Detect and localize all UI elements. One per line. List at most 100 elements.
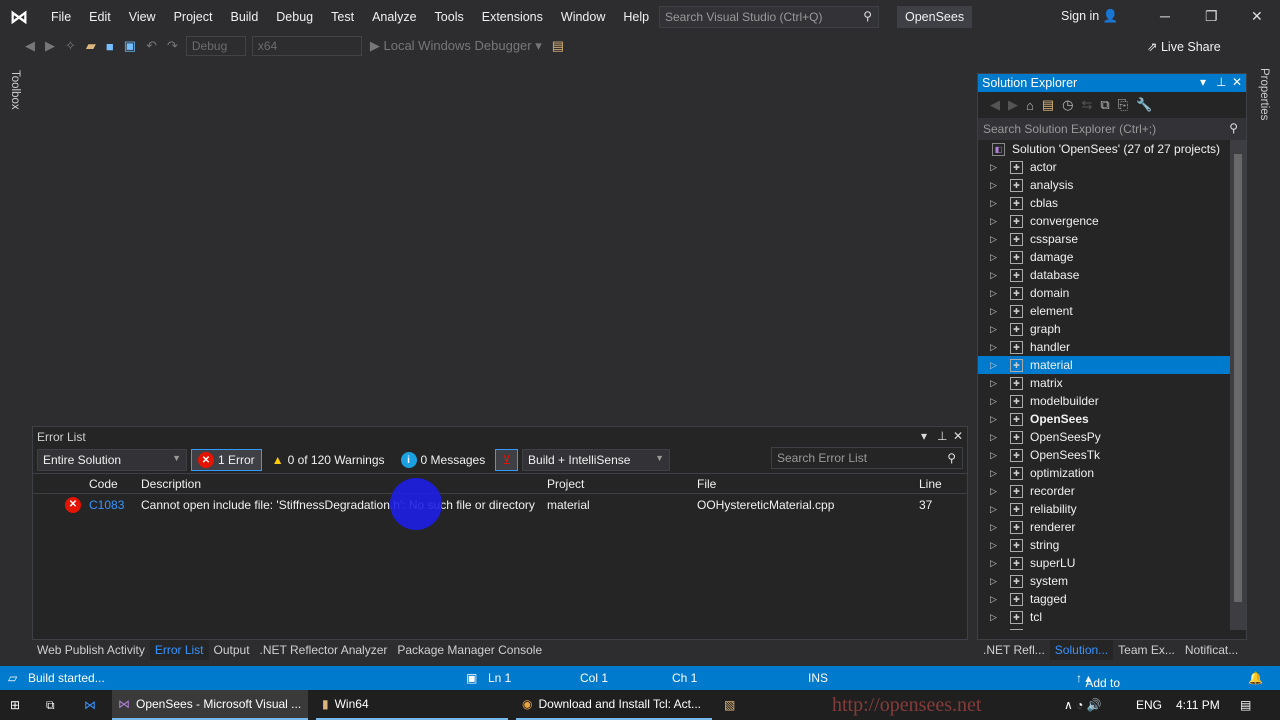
messages-filter-button[interactable]: i0 Messages (395, 449, 492, 471)
open-folder-icon[interactable]: ▰ (81, 38, 101, 54)
expand-arrow-icon[interactable]: ▷ (990, 306, 1008, 317)
close-button[interactable]: ✕ (1251, 8, 1263, 25)
tree-item-reliability[interactable]: ▷ ✚ reliability (978, 500, 1246, 518)
tree-item-recorder[interactable]: ▷ ✚ recorder (978, 482, 1246, 500)
expand-arrow-icon[interactable]: ▷ (990, 594, 1008, 605)
expand-arrow-icon[interactable]: ▷ (990, 270, 1008, 281)
tree-item-tcl[interactable]: ▷ ✚ tcl (978, 608, 1246, 626)
scope-dropdown[interactable]: Entire Solution ▼ (37, 449, 187, 471)
expand-arrow-icon[interactable]: ▷ (990, 162, 1008, 173)
tree-item-material[interactable]: ▷ ✚ material (978, 356, 1231, 374)
minimize-button[interactable]: ─ (1160, 8, 1170, 24)
tree-item-string[interactable]: ▷ ✚ string (978, 536, 1246, 554)
tree-item-renderer[interactable]: ▷ ✚ renderer (978, 518, 1246, 536)
tree-item-graph[interactable]: ▷ ✚ graph (978, 320, 1246, 338)
expand-arrow-icon[interactable]: ▷ (990, 504, 1008, 515)
collapse-all-icon[interactable]: ⧉ (1100, 97, 1109, 113)
tree-item-analysis[interactable]: ▷ ✚ analysis (978, 176, 1246, 194)
vscode-icon[interactable]: ⋈ (78, 690, 96, 720)
back-icon[interactable]: ◀ (20, 38, 40, 54)
pin-icon[interactable]: ⊥ (1216, 75, 1226, 89)
expand-arrow-icon[interactable]: ▷ (990, 342, 1008, 353)
column-header[interactable]: Line (915, 477, 965, 491)
tab-output[interactable]: Output (209, 640, 255, 660)
expand-arrow-icon[interactable]: ▷ (990, 180, 1008, 191)
vertical-scrollbar[interactable] (1230, 140, 1246, 630)
save-all-icon[interactable]: ▣ (119, 38, 141, 54)
solution-explorer-search-input[interactable]: Search Solution Explorer (Ctrl+;) ⚲ (978, 118, 1246, 140)
cell-code[interactable]: C1083 (85, 498, 137, 512)
expand-arrow-icon[interactable]: ▷ (990, 234, 1008, 245)
warnings-filter-button[interactable]: ▲ 0 of 120 Warnings (266, 449, 391, 471)
expand-arrow-icon[interactable]: ▷ (990, 630, 1008, 631)
solution-node[interactable]: ◧ Solution 'OpenSees' (27 of 27 projects) (978, 140, 1246, 158)
menu-project[interactable]: Project (165, 10, 222, 24)
undo-icon[interactable]: ↶ (141, 38, 162, 54)
clock[interactable]: 4:11 PM (1170, 690, 1220, 720)
expand-arrow-icon[interactable]: ▷ (990, 216, 1008, 227)
tree-item-utility[interactable]: ▷✚ utility (978, 626, 1246, 630)
column-header[interactable]: File (693, 477, 915, 491)
table-row[interactable]: ✕ C1083 Cannot open include file: 'Stiffne… (33, 494, 967, 515)
expand-arrow-icon[interactable]: ▷ (990, 486, 1008, 497)
source-dropdown[interactable]: Build + IntelliSense ▼ (522, 449, 671, 471)
expand-arrow-icon[interactable]: ▷ (990, 522, 1008, 533)
tab--net-reflector-analyzer[interactable]: .NET Reflector Analyzer (255, 640, 393, 660)
close-icon[interactable]: ✕ (1232, 75, 1242, 89)
live-share-button[interactable]: ⇗ Live Share (1147, 39, 1221, 54)
home-icon[interactable]: ⌂ (1026, 98, 1034, 113)
tree-item-cblas[interactable]: ▷ ✚ cblas (978, 194, 1246, 212)
new-project-icon[interactable]: ✧ (60, 38, 81, 54)
expand-arrow-icon[interactable]: ▷ (990, 198, 1008, 209)
menu-edit[interactable]: Edit (80, 10, 120, 24)
tree-item-database[interactable]: ▷ ✚ database (978, 266, 1246, 284)
pending-changes-icon[interactable]: ◷ (1062, 97, 1073, 113)
expand-arrow-icon[interactable]: ▷ (990, 432, 1008, 443)
task-view-icon[interactable]: ⧉ (40, 690, 55, 720)
tree-item-superlu[interactable]: ▷ ✚ superLU (978, 554, 1246, 572)
tab-web-publish-activity[interactable]: Web Publish Activity (32, 640, 150, 660)
tab-package-manager-console[interactable]: Package Manager Console (392, 640, 547, 660)
tray-expand-icon[interactable]: ∧ ◔ 🔊 (1058, 690, 1102, 720)
sign-in-button[interactable]: Sign in 👤 (1061, 9, 1118, 24)
menu-debug[interactable]: Debug (267, 10, 322, 24)
expand-arrow-icon[interactable]: ▷ (990, 612, 1008, 623)
tree-item-opensees[interactable]: ▷ ✚ OpenSees (978, 410, 1246, 428)
add-source-control-button[interactable]: ↑ Add to Source Control ▴ (1076, 671, 1124, 718)
expand-arrow-icon[interactable]: ▷ (990, 540, 1008, 551)
notification-bell-icon[interactable]: 🔔 (1248, 671, 1263, 685)
tree-item-actor[interactable]: ▷ ✚ actor (978, 158, 1246, 176)
column-header[interactable]: Description (137, 477, 543, 491)
tree-item-openseestk[interactable]: ▷ ✚ OpenSeesTk (978, 446, 1246, 464)
tree-item-tagged[interactable]: ▷ ✚ tagged (978, 590, 1246, 608)
taskbar-item-visual-studio[interactable]: ⋈ OpenSees - Microsoft Visual ... (112, 690, 308, 720)
sync-icon[interactable]: ⇆ (1082, 97, 1093, 113)
menu-view[interactable]: View (120, 10, 165, 24)
back-icon[interactable]: ◀ (990, 97, 1000, 113)
expand-arrow-icon[interactable]: ▷ (990, 252, 1008, 263)
taskbar-item-chrome[interactable]: ◉ Download and Install Tcl: Act... (516, 690, 712, 720)
expand-arrow-icon[interactable]: ▷ (990, 378, 1008, 389)
tab-error-list[interactable]: Error List (149, 640, 209, 660)
dropdown-icon[interactable]: ▾ (1200, 75, 1206, 89)
errors-filter-button[interactable]: ✕ 1 Error (191, 449, 262, 471)
tree-item-system[interactable]: ▷ ✚ system (978, 572, 1246, 590)
tree-item-optimization[interactable]: ▷ ✚ optimization (978, 464, 1246, 482)
show-all-files-icon[interactable]: ⎘ (1118, 97, 1128, 113)
pin-icon[interactable]: ⊥ (937, 429, 947, 443)
find-in-files-icon[interactable]: ▤ (547, 38, 569, 54)
toolbox-tab[interactable]: Toolbox (9, 70, 21, 110)
configuration-dropdown[interactable]: Debug (185, 36, 246, 56)
expand-arrow-icon[interactable]: ▷ (990, 468, 1008, 479)
app-icon[interactable]: ▧ (718, 690, 735, 720)
start-button[interactable]: ⊞ (4, 690, 20, 720)
right-tab[interactable]: Notificat... (1180, 640, 1243, 660)
forward-icon[interactable]: ▶ (40, 38, 60, 54)
expand-arrow-icon[interactable]: ▷ (990, 414, 1008, 425)
tree-item-element[interactable]: ▷ ✚ element (978, 302, 1246, 320)
save-icon[interactable]: ■ (101, 39, 119, 54)
expand-arrow-icon[interactable]: ▷ (990, 576, 1008, 587)
right-tab[interactable]: .NET Refl... (978, 640, 1050, 660)
tree-item-cssparse[interactable]: ▷ ✚ cssparse (978, 230, 1246, 248)
menu-test[interactable]: Test (322, 10, 363, 24)
